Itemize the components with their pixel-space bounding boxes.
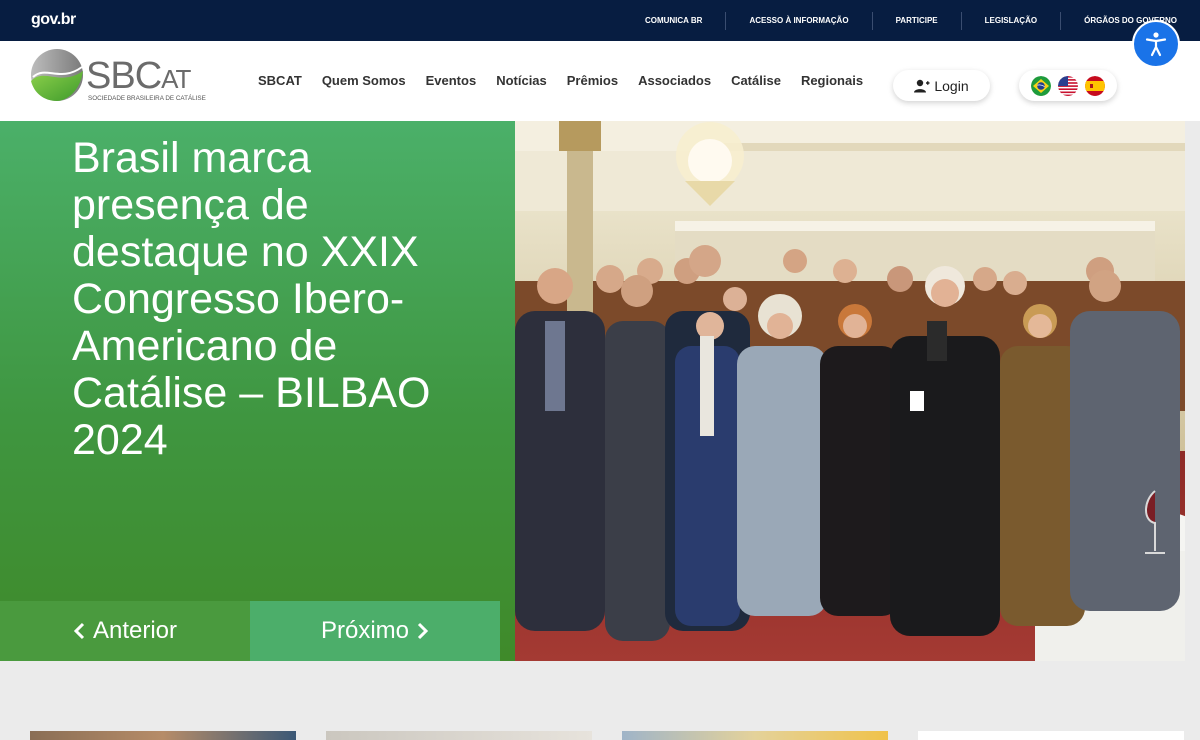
- gov-link-acesso-informacao[interactable]: ACESSO À INFORMAÇÃO: [725, 11, 871, 30]
- gov-link-participe[interactable]: PARTICIPE: [871, 11, 961, 30]
- flag-spain-icon[interactable]: [1085, 75, 1105, 96]
- brand-name-main: SBC: [86, 55, 162, 97]
- nav-item-associados[interactable]: Associados: [628, 73, 721, 88]
- carousel-prev-button[interactable]: Anterior: [0, 601, 250, 661]
- language-selector: [1019, 70, 1117, 101]
- chevron-right-icon: [417, 622, 429, 640]
- user-icon: [914, 79, 930, 92]
- nav-item-noticias[interactable]: Notícias: [486, 73, 557, 88]
- sbcat-logo[interactable]: SBCAT SOCIEDADE BRASILEIRA DE CATÁLISE: [30, 47, 206, 107]
- brand-name: SBCAT: [86, 55, 191, 98]
- nav-item-regionais[interactable]: Regionais: [791, 73, 873, 88]
- news-card-4-thumbnail[interactable]: [918, 731, 1184, 740]
- carousel-next-label: Próximo: [320, 617, 410, 644]
- site-header: SBCAT SOCIEDADE BRASILEIRA DE CATÁLISE S…: [0, 41, 1200, 121]
- news-card-3-thumbnail[interactable]: [622, 731, 888, 740]
- nav-item-sbcat[interactable]: SBCAT: [248, 73, 312, 88]
- nav-item-quem-somos[interactable]: Quem Somos: [312, 73, 416, 88]
- gov-link-orgaos[interactable]: ÓRGÃOS DO GOVERNO: [1060, 11, 1200, 30]
- hero-photo[interactable]: [515, 121, 1185, 661]
- gov-links: COMUNICA BR ACESSO À INFORMAÇÃO PARTICIP…: [622, 0, 1200, 41]
- nav-item-premios[interactable]: Prêmios: [557, 73, 628, 88]
- group-photo-image: [515, 121, 1185, 661]
- gov-link-legislacao[interactable]: LEGISLAÇÃO: [960, 11, 1060, 30]
- accessibility-button[interactable]: [1132, 20, 1180, 68]
- page-gutter: [1185, 121, 1200, 661]
- flag-brazil-icon[interactable]: [1031, 75, 1051, 96]
- gov-link-comunica[interactable]: COMUNICA BR: [622, 12, 725, 30]
- flag-usa-icon[interactable]: [1058, 75, 1078, 96]
- nav-item-eventos[interactable]: Eventos: [416, 73, 487, 88]
- brand-subtitle: SOCIEDADE BRASILEIRA DE CATÁLISE: [88, 95, 206, 102]
- main-nav: SBCAT Quem Somos Eventos Notícias Prêmio…: [248, 73, 873, 88]
- news-card-1-thumbnail[interactable]: [30, 731, 296, 740]
- nav-item-catalise[interactable]: Catálise: [721, 73, 791, 88]
- brand-name-small: AT: [161, 64, 191, 94]
- accessibility-icon: [1145, 32, 1167, 57]
- carousel-prev-label: Anterior: [92, 617, 178, 644]
- carousel-next-button[interactable]: Próximo: [250, 601, 500, 661]
- hero-title[interactable]: Brasil marca presença de destaque no XXI…: [72, 135, 492, 464]
- chevron-left-icon: [73, 622, 85, 640]
- login-label: Login: [934, 77, 969, 94]
- sbcat-logo-icon: [31, 49, 83, 101]
- news-card-2-thumbnail[interactable]: [326, 731, 592, 740]
- hero-text-panel: Brasil marca presença de destaque no XXI…: [0, 121, 515, 661]
- login-button[interactable]: Login: [893, 70, 990, 101]
- gov-bar: gov.br COMUNICA BR ACESSO À INFORMAÇÃO P…: [0, 0, 1200, 41]
- govbr-logo[interactable]: gov.br: [31, 11, 76, 29]
